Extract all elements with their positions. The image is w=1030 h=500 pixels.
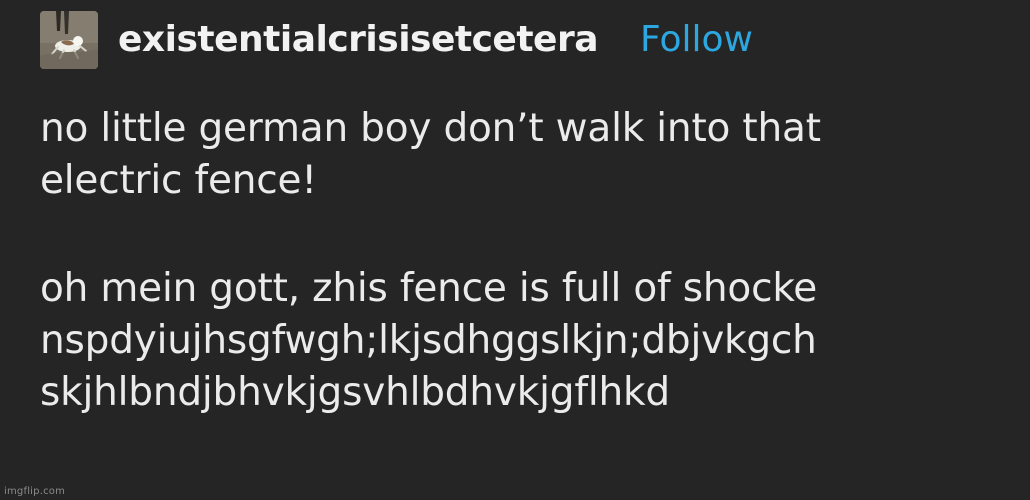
avatar[interactable] — [40, 11, 98, 69]
follow-button[interactable]: Follow — [640, 22, 753, 58]
tumblr-post: existentialcrisisetcetera Follow no litt… — [0, 0, 1030, 500]
avatar-image-icon — [40, 11, 98, 69]
post-header: existentialcrisisetcetera Follow — [40, 8, 753, 72]
imgflip-watermark: imgflip.com — [4, 486, 66, 497]
post-text-line: oh mein gott, zhis fence is full of shoc… — [40, 266, 818, 311]
post-body: no little german boy don’t walk into tha… — [40, 103, 1015, 419]
post-text-line: no little german boy don’t walk into tha… — [40, 106, 821, 151]
post-text-line: skjhlbndjbhvkjgsvhlbdhvkjgflhkd — [40, 370, 670, 415]
post-text-line: nspdyiujhsgfwgh;lkjsdhggslkjn;dbjvkgch — [40, 318, 817, 363]
username[interactable]: existentialcrisisetcetera — [118, 22, 599, 58]
post-text-line: electric fence! — [40, 158, 317, 203]
